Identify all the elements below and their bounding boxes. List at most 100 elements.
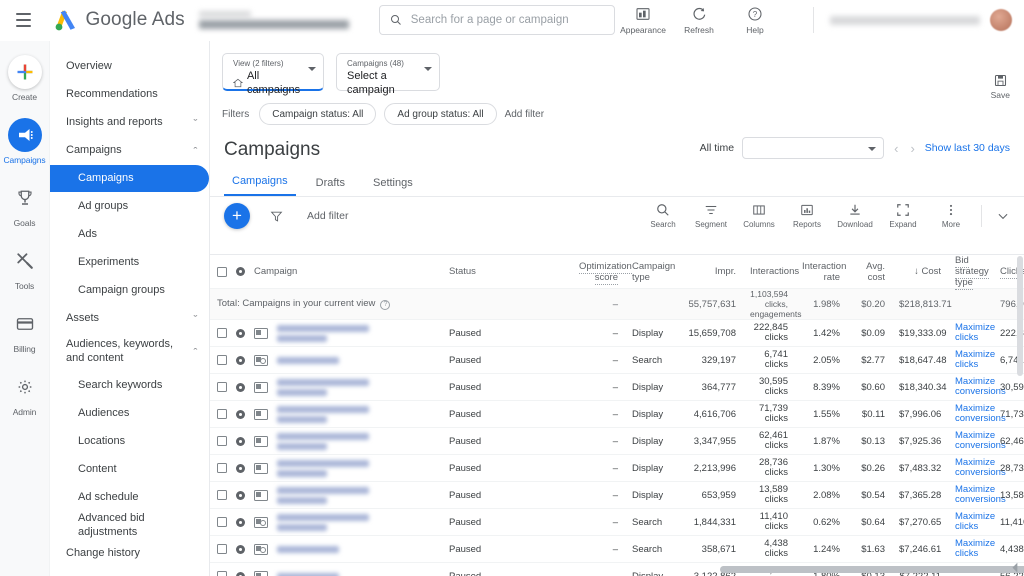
cell-bid_strategy[interactable]: Maximize clicks	[948, 319, 995, 347]
campaign-name-cell[interactable]	[210, 319, 442, 347]
filter-chip-adgroup-status[interactable]: Ad group status: All	[384, 103, 497, 125]
nav-item-campaigns[interactable]: Campaigns ˆ	[50, 137, 209, 164]
rail-item-create[interactable]: Create	[0, 55, 50, 102]
row-checkbox[interactable]	[217, 355, 227, 365]
cell-bid_strategy[interactable]: Maximize conversions	[948, 481, 1006, 509]
show-last-30-days-link[interactable]: Show last 30 days	[925, 142, 1010, 154]
table-row[interactable]: Paused – Display 3,347,955 62,461 clicks 1.87…	[210, 427, 1024, 455]
refresh-button[interactable]: Refresh	[671, 6, 727, 35]
campaign-name-cell[interactable]	[210, 481, 442, 509]
vertical-scrollbar[interactable]	[1017, 256, 1023, 376]
campaign-name-redacted[interactable]	[277, 486, 435, 504]
col-header-status[interactable]: Status	[442, 255, 572, 289]
row-status-dot-icon[interactable]	[236, 382, 245, 392]
date-range-select[interactable]	[742, 137, 885, 159]
col-header-impr[interactable]: Impr.	[681, 255, 743, 289]
campaign-name-redacted[interactable]	[277, 378, 435, 396]
nav-item-search-keywords[interactable]: Search keywords	[50, 372, 209, 399]
avatar[interactable]	[990, 9, 1012, 31]
cell-bid_strategy[interactable]: Maximize clicks	[948, 508, 995, 536]
select-all-checkbox[interactable]	[217, 266, 227, 277]
save-view-button[interactable]: Save	[991, 73, 1010, 100]
col-header-avg_cost[interactable]: Avg. cost	[847, 255, 892, 289]
campaign-name-cell[interactable]	[210, 454, 442, 482]
row-checkbox[interactable]	[217, 544, 227, 554]
campaign-name-cell[interactable]	[210, 400, 442, 428]
nav-item-recommendations[interactable]: Recommendations	[50, 81, 209, 108]
col-header-cost[interactable]: ↓ Cost	[892, 255, 948, 289]
toolbar-reports-button[interactable]: Reports	[783, 203, 831, 229]
funnel-icon[interactable]	[270, 210, 283, 223]
campaign-name-cell[interactable]	[210, 535, 442, 563]
cell-bid_strategy[interactable]: Maximize conversions	[948, 400, 1006, 428]
table-row[interactable]: Paused – Search 358,671 4,438 clicks 1.24% $1.…	[210, 535, 1024, 563]
nav-item-advanced-bid-adjustments[interactable]: Advanced bid adjustments	[50, 512, 209, 539]
campaign-name-redacted[interactable]	[277, 459, 435, 477]
campaign-selector[interactable]: Campaigns (48) Select a campaign	[336, 53, 440, 96]
row-checkbox[interactable]	[217, 436, 227, 446]
rail-item-goals[interactable]: Goals	[0, 181, 50, 228]
toolbar-search-button[interactable]: Search	[639, 203, 687, 229]
row-status-dot-icon[interactable]	[236, 409, 245, 419]
nav-item-audiences-keywords-and-content[interactable]: Audiences, keywords, and content ˆ	[50, 333, 209, 371]
campaign-name-redacted[interactable]	[277, 513, 435, 531]
chevron-down-icon[interactable]: ˇ	[194, 314, 198, 324]
rail-item-tools[interactable]: Tools	[0, 244, 50, 291]
toolbar-more-button[interactable]: More	[927, 203, 975, 229]
table-row[interactable]: Paused – Search 1,844,331 11,410 clicks 0.62%…	[210, 508, 1024, 536]
help-icon[interactable]: ?	[380, 299, 391, 310]
campaign-name-cell[interactable]	[210, 427, 442, 455]
chevron-down-icon[interactable]: ˇ	[194, 118, 198, 128]
col-header-inter_rate[interactable]: Interaction rate	[795, 255, 847, 289]
cell-bid_strategy[interactable]: Maximize conversions	[948, 373, 1006, 401]
row-status-dot-icon[interactable]	[236, 544, 245, 554]
row-status-dot-icon[interactable]	[236, 355, 245, 365]
row-status-dot-icon[interactable]	[236, 463, 245, 473]
new-campaign-button[interactable]: +	[224, 203, 250, 229]
tab-campaigns[interactable]: Campaigns	[224, 175, 296, 196]
toolbar-expand-button[interactable]: Expand	[879, 203, 927, 229]
row-checkbox[interactable]	[217, 490, 227, 500]
nav-item-ads[interactable]: Ads	[50, 221, 209, 248]
rail-item-campaigns[interactable]: Campaigns	[0, 118, 50, 165]
global-search-input[interactable]: Search for a page or campaign	[378, 5, 615, 35]
campaign-name-redacted[interactable]	[277, 545, 435, 553]
nav-item-campaign-groups[interactable]: Campaign groups	[50, 277, 209, 304]
col-header-interactions[interactable]: Interactions	[743, 255, 799, 289]
table-row[interactable]: Paused – Display 4,616,706 71,739 clicks 1.55…	[210, 400, 1024, 428]
chevron-right-icon[interactable]: ›	[908, 141, 916, 156]
nav-item-experiments[interactable]: Experiments	[50, 249, 209, 276]
nav-item-change-history[interactable]: Change history	[50, 540, 209, 567]
cell-bid_strategy[interactable]: Maximize clicks	[948, 346, 995, 374]
cell-bid_strategy[interactable]: Maximize conversions	[948, 454, 1006, 482]
toolbar-segment-button[interactable]: Segment	[687, 203, 735, 229]
campaign-name-redacted[interactable]	[277, 356, 435, 364]
campaign-name-cell[interactable]	[210, 346, 442, 374]
row-checkbox[interactable]	[217, 463, 227, 473]
nav-item-content[interactable]: Content	[50, 456, 209, 483]
campaign-name-redacted[interactable]	[277, 324, 435, 342]
row-status-dot-icon[interactable]	[236, 436, 245, 446]
tab-drafts[interactable]: Drafts	[308, 177, 353, 196]
campaign-name-cell[interactable]	[210, 373, 442, 401]
rail-item-admin[interactable]: Admin	[0, 370, 50, 417]
nav-item-overview[interactable]: Overview	[50, 53, 209, 80]
campaigns-table-wrap[interactable]: Campaign Status Optimization score Campaign…	[210, 254, 1024, 576]
collapse-toolbar-button[interactable]	[988, 209, 1018, 223]
chevron-left-icon[interactable]: ‹	[892, 141, 900, 156]
tab-settings[interactable]: Settings	[365, 177, 421, 196]
nav-item-assets[interactable]: Assets ˇ	[50, 305, 209, 332]
col-header-camp_type[interactable]: Campaign type	[625, 255, 681, 289]
row-status-dot-icon[interactable]	[236, 517, 245, 527]
appearance-button[interactable]: Appearance	[615, 6, 671, 35]
chevron-up-icon[interactable]: ˆ	[194, 146, 198, 156]
rail-item-billing[interactable]: Billing	[0, 307, 50, 354]
row-checkbox[interactable]	[217, 571, 227, 576]
toolbar-columns-button[interactable]: Columns	[735, 203, 783, 229]
row-checkbox[interactable]	[217, 382, 227, 392]
row-checkbox[interactable]	[217, 409, 227, 419]
table-row[interactable]: Paused – Display 364,777 30,595 clicks 8.39% $…	[210, 373, 1024, 401]
campaign-name-cell[interactable]	[210, 508, 442, 536]
add-filter-link[interactable]: Add filter	[505, 109, 544, 120]
nav-item-locations[interactable]: Locations	[50, 428, 209, 455]
